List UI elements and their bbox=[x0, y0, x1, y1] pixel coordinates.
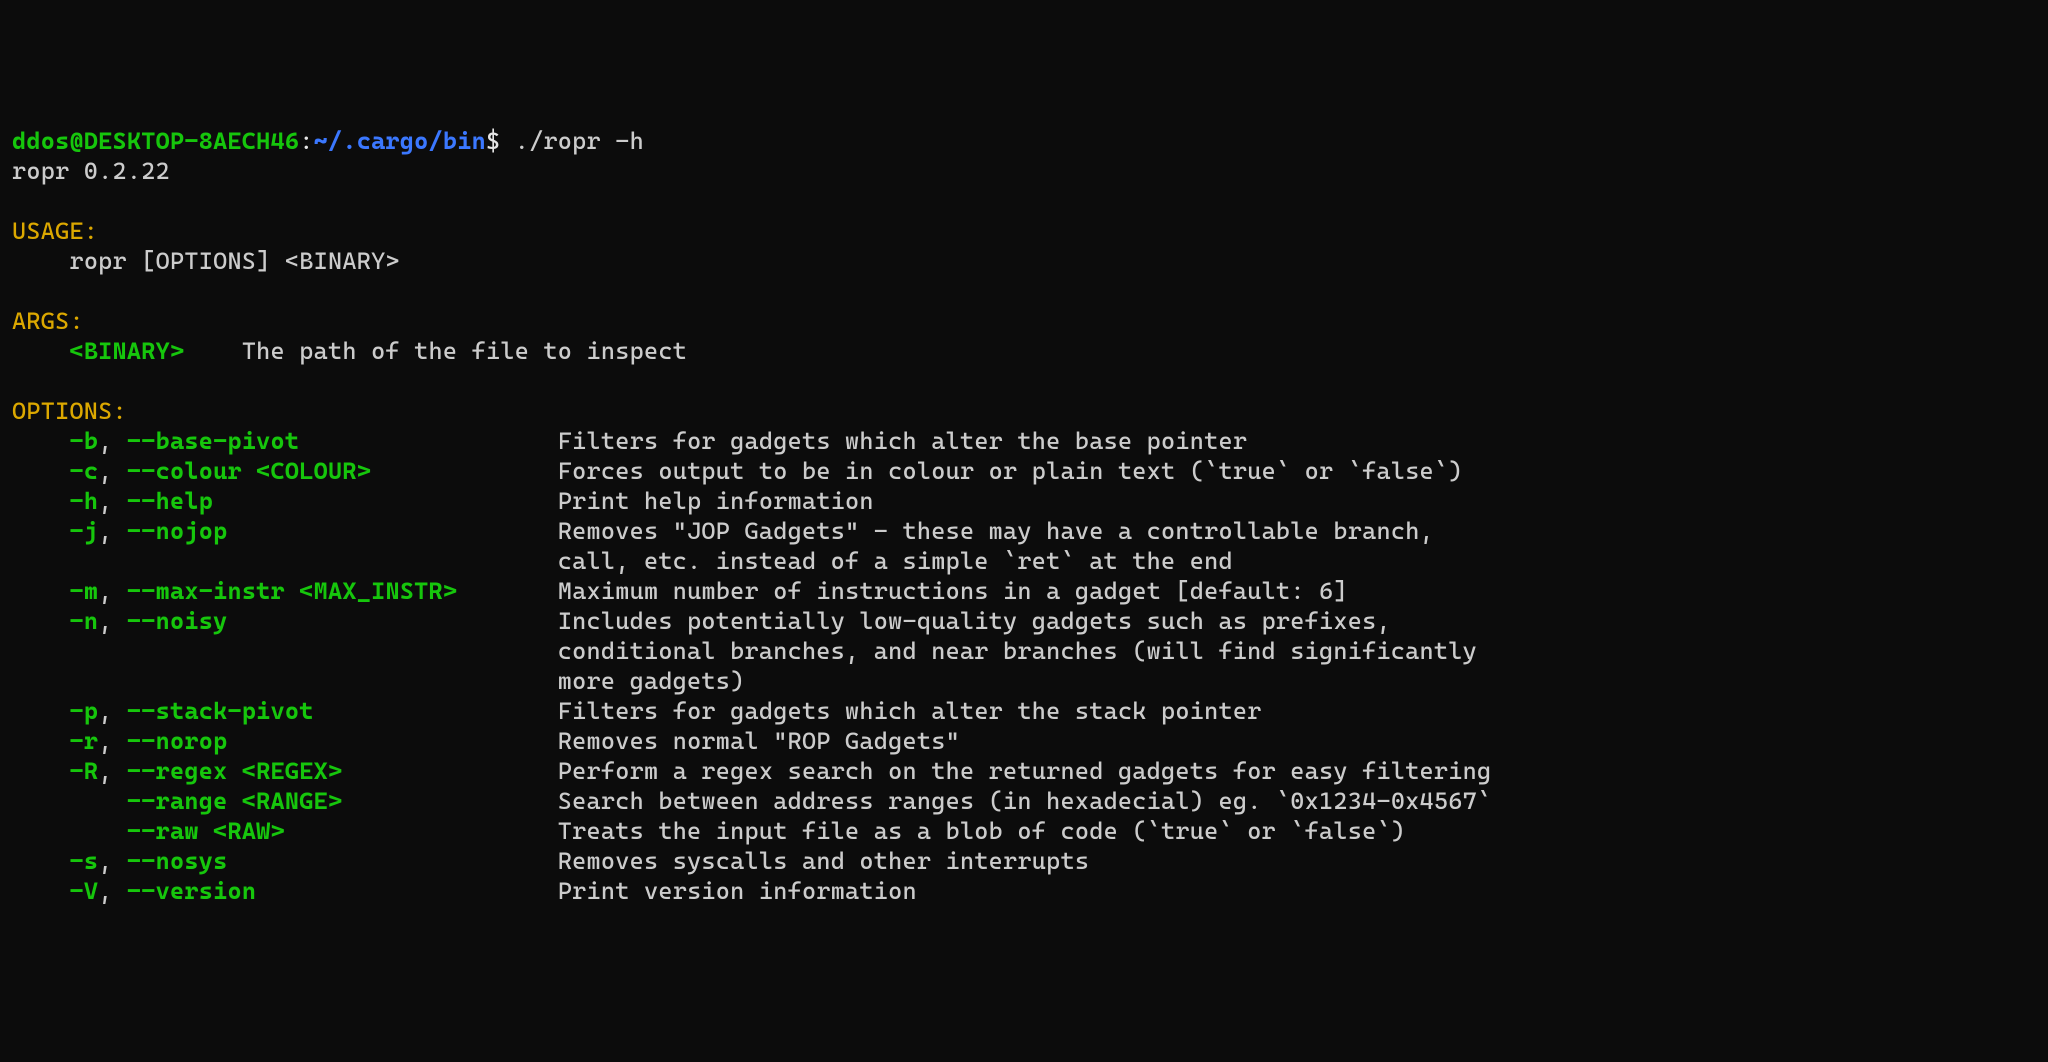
option-sep: , bbox=[98, 757, 127, 785]
option-desc-cont: call, etc. instead of a simple `ret` at … bbox=[12, 546, 2036, 576]
option-long: --nojop bbox=[127, 517, 228, 545]
option-long: --colour bbox=[127, 457, 256, 485]
option-short: -m bbox=[69, 577, 98, 605]
option-desc: Perform a regex search on the returned g… bbox=[558, 757, 1492, 785]
option-short: -n bbox=[69, 607, 98, 635]
option-row: --raw <RAW> Treats the input file as a b… bbox=[12, 816, 2036, 846]
option-desc: Search between address ranges (in hexade… bbox=[558, 787, 1492, 815]
option-long: --help bbox=[127, 487, 213, 515]
usage-header: USAGE: bbox=[12, 217, 98, 245]
option-sep bbox=[69, 787, 126, 815]
option-sep: , bbox=[98, 727, 127, 755]
option-desc-cont: conditional branches, and near branches … bbox=[12, 636, 2036, 666]
prompt-dollar: $ bbox=[486, 127, 500, 155]
option-long: --raw bbox=[127, 817, 213, 845]
option-short: -V bbox=[69, 877, 98, 905]
option-desc: Includes potentially low-quality gadgets… bbox=[558, 607, 1391, 635]
option-short: -r bbox=[69, 727, 98, 755]
option-sep: , bbox=[98, 487, 127, 515]
option-long: --version bbox=[127, 877, 256, 905]
option-row: -V, --version Print version information bbox=[12, 876, 2036, 906]
option-long: --noisy bbox=[127, 607, 228, 635]
option-row: -R, --regex <REGEX> Perform a regex sear… bbox=[12, 756, 2036, 786]
option-desc: Print version information bbox=[558, 877, 917, 905]
option-desc: Treats the input file as a blob of code … bbox=[558, 817, 1405, 845]
prompt-user: ddos@DESKTOP-8AECH46 bbox=[12, 127, 299, 155]
option-long: --regex bbox=[127, 757, 242, 785]
option-short: -c bbox=[69, 457, 98, 485]
option-desc: Maximum number of instructions in a gadg… bbox=[558, 577, 1348, 605]
options-header: OPTIONS: bbox=[12, 397, 127, 425]
prompt-line: ddos@DESKTOP-8AECH46:~/.cargo/bin$ ./rop… bbox=[12, 127, 644, 155]
option-long: --stack-pivot bbox=[127, 697, 314, 725]
option-sep bbox=[69, 817, 126, 845]
option-row: -c, --colour <COLOUR> Forces output to b… bbox=[12, 456, 2036, 486]
option-desc: Forces output to be in colour or plain t… bbox=[558, 457, 1463, 485]
option-sep: , bbox=[98, 877, 127, 905]
option-desc: Filters for gadgets which alter the stac… bbox=[558, 697, 1262, 725]
option-row: -n, --noisy Includes potentially low-qua… bbox=[12, 606, 2036, 636]
option-arg: <RANGE> bbox=[242, 787, 343, 815]
option-sep: , bbox=[98, 847, 127, 875]
terminal-output: ddos@DESKTOP-8AECH46:~/.cargo/bin$ ./rop… bbox=[12, 126, 2036, 906]
option-short: -p bbox=[69, 697, 98, 725]
option-row: -s, --nosys Removes syscalls and other i… bbox=[12, 846, 2036, 876]
option-desc: Removes normal "ROP Gadgets" bbox=[558, 727, 960, 755]
prompt-colon: : bbox=[299, 127, 313, 155]
option-short: -R bbox=[69, 757, 98, 785]
option-short: -j bbox=[69, 517, 98, 545]
option-sep: , bbox=[98, 517, 127, 545]
option-row: --range <RANGE> Search between address r… bbox=[12, 786, 2036, 816]
option-long: --max-instr bbox=[127, 577, 299, 605]
option-row: -b, --base-pivot Filters for gadgets whi… bbox=[12, 426, 2036, 456]
option-arg: <COLOUR> bbox=[256, 457, 371, 485]
option-desc: Removes syscalls and other interrupts bbox=[558, 847, 1089, 875]
option-desc: Filters for gadgets which alter the base… bbox=[558, 427, 1247, 455]
prompt-path: ~/.cargo/bin bbox=[314, 127, 486, 155]
args-header: ARGS: bbox=[12, 307, 84, 335]
option-row: -p, --stack-pivot Filters for gadgets wh… bbox=[12, 696, 2036, 726]
option-desc: Print help information bbox=[558, 487, 874, 515]
option-long: --nosys bbox=[127, 847, 228, 875]
args-desc: The path of the file to inspect bbox=[242, 337, 687, 365]
option-row: -h, --help Print help information bbox=[12, 486, 2036, 516]
option-sep: , bbox=[98, 577, 127, 605]
option-long: --range bbox=[127, 787, 242, 815]
option-sep: , bbox=[98, 607, 127, 635]
prompt-command[interactable]: ./ropr -h bbox=[500, 127, 644, 155]
option-row: -m, --max-instr <MAX_INSTR> Maximum numb… bbox=[12, 576, 2036, 606]
option-short: -b bbox=[69, 427, 98, 455]
option-sep: , bbox=[98, 457, 127, 485]
option-desc: Removes "JOP Gadgets" - these may have a… bbox=[558, 517, 1434, 545]
option-row: -j, --nojop Removes "JOP Gadgets" - thes… bbox=[12, 516, 2036, 546]
option-row: -r, --norop Removes normal "ROP Gadgets" bbox=[12, 726, 2036, 756]
usage-line: ropr [OPTIONS] <BINARY> bbox=[69, 247, 399, 275]
option-short: -h bbox=[69, 487, 98, 515]
option-long: --base-pivot bbox=[127, 427, 299, 455]
option-arg: <RAW> bbox=[213, 817, 285, 845]
option-desc-cont: more gadgets) bbox=[12, 666, 2036, 696]
args-name: <BINARY> bbox=[69, 337, 184, 365]
option-sep: , bbox=[98, 427, 127, 455]
option-short: -s bbox=[69, 847, 98, 875]
option-sep: , bbox=[98, 697, 127, 725]
option-long: --norop bbox=[127, 727, 228, 755]
version-line: ropr 0.2.22 bbox=[12, 157, 170, 185]
option-arg: <REGEX> bbox=[242, 757, 343, 785]
option-arg: <MAX_INSTR> bbox=[299, 577, 457, 605]
